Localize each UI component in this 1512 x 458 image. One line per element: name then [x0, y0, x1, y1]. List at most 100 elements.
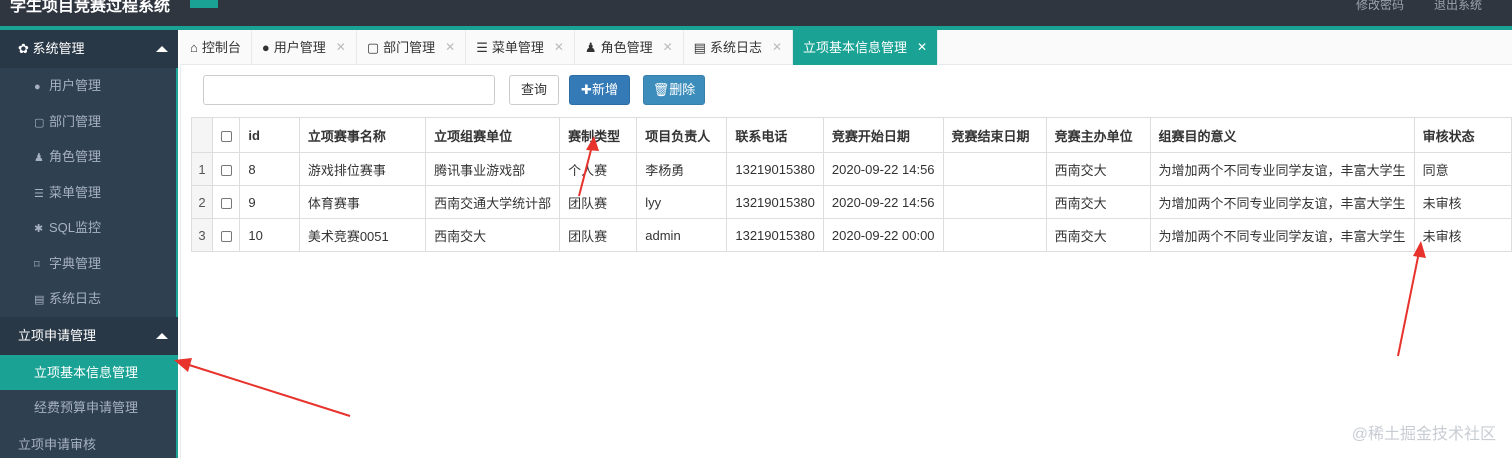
sidebar-item-label: SQL监控 — [49, 220, 102, 235]
close-icon[interactable]: ✕ — [917, 30, 927, 65]
tab-system-log[interactable]: ▤ 系统日志 ✕ — [684, 30, 794, 65]
sidebar-group-label: 系统管理 — [32, 41, 85, 56]
table-cell: 同意 — [1413, 152, 1512, 186]
column-header[interactable]: 竞赛主办单位 — [1045, 117, 1151, 153]
sidebar-item-budget-apply[interactable]: 经费预算申请管理 — [0, 390, 178, 426]
close-icon[interactable]: ✕ — [554, 30, 564, 65]
sidebar-group-project-review[interactable]: 立项申请审核 — [0, 426, 178, 458]
user-icon: ● — [261, 40, 270, 55]
column-header[interactable]: 竞赛开始日期 — [822, 117, 944, 153]
checkbox[interactable] — [220, 197, 232, 209]
logout-link[interactable]: 退出系统 — [1434, 0, 1482, 13]
tab-menus[interactable]: ☰ 菜单管理 ✕ — [466, 30, 575, 65]
app-title: 学生项目竞赛过程系统 — [10, 0, 171, 15]
table-cell: 为增加两个不同专业同学友谊，丰富大学生 — [1149, 218, 1415, 252]
table-cell: 腾讯事业游戏部 — [425, 152, 561, 186]
users-icon: ♟ — [34, 152, 44, 164]
close-icon[interactable]: ✕ — [336, 30, 346, 65]
table-row[interactable]: 1 8 游戏排位赛事 腾讯事业游戏部 个人赛 李杨勇 13219015380 2… — [191, 152, 1512, 186]
tab-label: 部门管理 — [383, 40, 436, 55]
table-row[interactable]: 2 9 体育赛事 西南交通大学统计部 团队赛 lyy 13219015380 2… — [191, 185, 1512, 219]
watermark: @稀土掘金技术社区 — [1351, 426, 1496, 443]
sidebar-group-system[interactable]: ✿ 系统管理 — [0, 30, 178, 68]
checkbox[interactable] — [220, 164, 232, 176]
table-cell: 2020-09-22 14:56 — [822, 152, 944, 186]
row-checkbox[interactable] — [211, 218, 241, 252]
delete-button-label: 删除 — [669, 82, 696, 97]
table-cell: 西南交大 — [425, 218, 561, 252]
add-button-label: 新增 — [591, 82, 618, 97]
caret-up-icon — [156, 332, 168, 339]
table-cell: 团队赛 — [559, 218, 638, 252]
home-icon: ⌂ — [190, 40, 198, 55]
table-cell: 西南交通大学统计部 — [425, 185, 561, 219]
checkbox[interactable] — [220, 130, 232, 142]
table-cell: 西南交大 — [1045, 218, 1151, 252]
add-button[interactable]: ✚新增 — [569, 75, 630, 105]
tab-roles[interactable]: ♟ 角色管理 ✕ — [575, 30, 684, 65]
change-password-link[interactable]: 修改密码 — [1356, 0, 1404, 13]
tab-label: 菜单管理 — [491, 40, 544, 55]
tab-project-basic-info[interactable]: 立项基本信息管理 ✕ — [793, 30, 939, 65]
table-row[interactable]: 3 10 美术竞赛0051 西南交大 团队赛 admin 13219015380… — [191, 218, 1512, 252]
sidebar-item-users[interactable]: ● 用户管理 — [0, 68, 178, 104]
bug-icon: ✱ — [34, 223, 44, 235]
plus-icon: ✚ — [581, 82, 592, 97]
column-header[interactable]: id — [239, 117, 300, 153]
column-header[interactable]: 审核状态 — [1413, 117, 1512, 153]
search-input[interactable] — [203, 75, 495, 105]
table-cell: 为增加两个不同专业同学友谊，丰富大学生 — [1149, 185, 1415, 219]
sidebar-item-dictionary[interactable]: ⌑ 字典管理 — [0, 246, 178, 282]
table-cell: 8 — [239, 152, 300, 186]
column-header[interactable]: 赛制类型 — [559, 117, 638, 153]
table-cell — [942, 152, 1047, 186]
query-button[interactable]: 查询 — [509, 75, 559, 105]
main-content: 查询 ✚新增 🗑删除 id 立项赛事名称 立项组赛单位 赛制类型 项目负责人 联… — [180, 66, 1512, 458]
table-cell: 西南交大 — [1045, 152, 1151, 186]
sidebar-item-roles[interactable]: ♟ 角色管理 — [0, 139, 178, 175]
checkbox[interactable] — [220, 230, 232, 242]
list-icon: ☰ — [476, 40, 488, 55]
menu-toggle-button[interactable] — [190, 0, 218, 8]
table-cell: 西南交大 — [1045, 185, 1151, 219]
table-cell: lyy — [636, 185, 728, 219]
tab-label: 用户管理 — [273, 40, 326, 55]
sidebar-group-project-apply[interactable]: 立项申请管理 — [0, 316, 178, 355]
file-icon: ▤ — [34, 294, 45, 306]
sidebar-item-system-log[interactable]: ▤ 系统日志 — [0, 281, 178, 317]
tab-dashboard[interactable]: ⌂ 控制台 — [180, 30, 252, 65]
user-icon: ● — [34, 81, 41, 93]
tab-departments[interactable]: ▢ 部门管理 ✕ — [357, 30, 467, 65]
column-header[interactable]: 立项赛事名称 — [298, 117, 427, 153]
column-header[interactable]: 项目负责人 — [636, 117, 728, 153]
bookmark-icon: ⌑ — [34, 258, 40, 271]
delete-button[interactable]: 🗑删除 — [643, 75, 705, 105]
select-all-checkbox[interactable] — [211, 117, 241, 153]
row-number: 2 — [191, 185, 213, 219]
tab-users[interactable]: ● 用户管理 ✕ — [252, 30, 357, 65]
sidebar-item-departments[interactable]: ▢ 部门管理 — [0, 104, 178, 140]
column-header[interactable]: 立项组赛单位 — [425, 117, 561, 153]
caret-up-icon — [156, 46, 168, 52]
row-checkbox[interactable] — [211, 152, 241, 186]
table-cell — [942, 218, 1047, 252]
sidebar-item-project-basic-info[interactable]: 立项基本信息管理 — [0, 354, 178, 390]
sidebar-item-menus[interactable]: ☰ 菜单管理 — [0, 175, 178, 211]
row-checkbox[interactable] — [211, 185, 241, 219]
column-header[interactable]: 组赛目的意义 — [1149, 117, 1415, 153]
file-icon: ▤ — [693, 40, 706, 55]
column-header[interactable]: 竞赛结束日期 — [942, 117, 1047, 153]
row-number: 1 — [191, 152, 213, 186]
sidebar-item-sql-monitor[interactable]: ✱ SQL监控 — [0, 210, 178, 246]
table-cell: 游戏排位赛事 — [298, 152, 427, 186]
doc-icon: ▢ — [34, 116, 45, 129]
close-icon[interactable]: ✕ — [663, 30, 673, 65]
table-cell: 2020-09-22 00:00 — [822, 218, 944, 252]
tab-label: 角色管理 — [600, 40, 653, 55]
close-icon[interactable]: ✕ — [445, 30, 455, 65]
table-cell: 李杨勇 — [636, 152, 728, 186]
close-icon[interactable]: ✕ — [772, 30, 782, 65]
table-header-row: id 立项赛事名称 立项组赛单位 赛制类型 项目负责人 联系电话 竞赛开始日期 … — [191, 117, 1512, 153]
table-cell: 为增加两个不同专业同学友谊，丰富大学生 — [1149, 152, 1415, 186]
column-header[interactable]: 联系电话 — [726, 117, 824, 153]
